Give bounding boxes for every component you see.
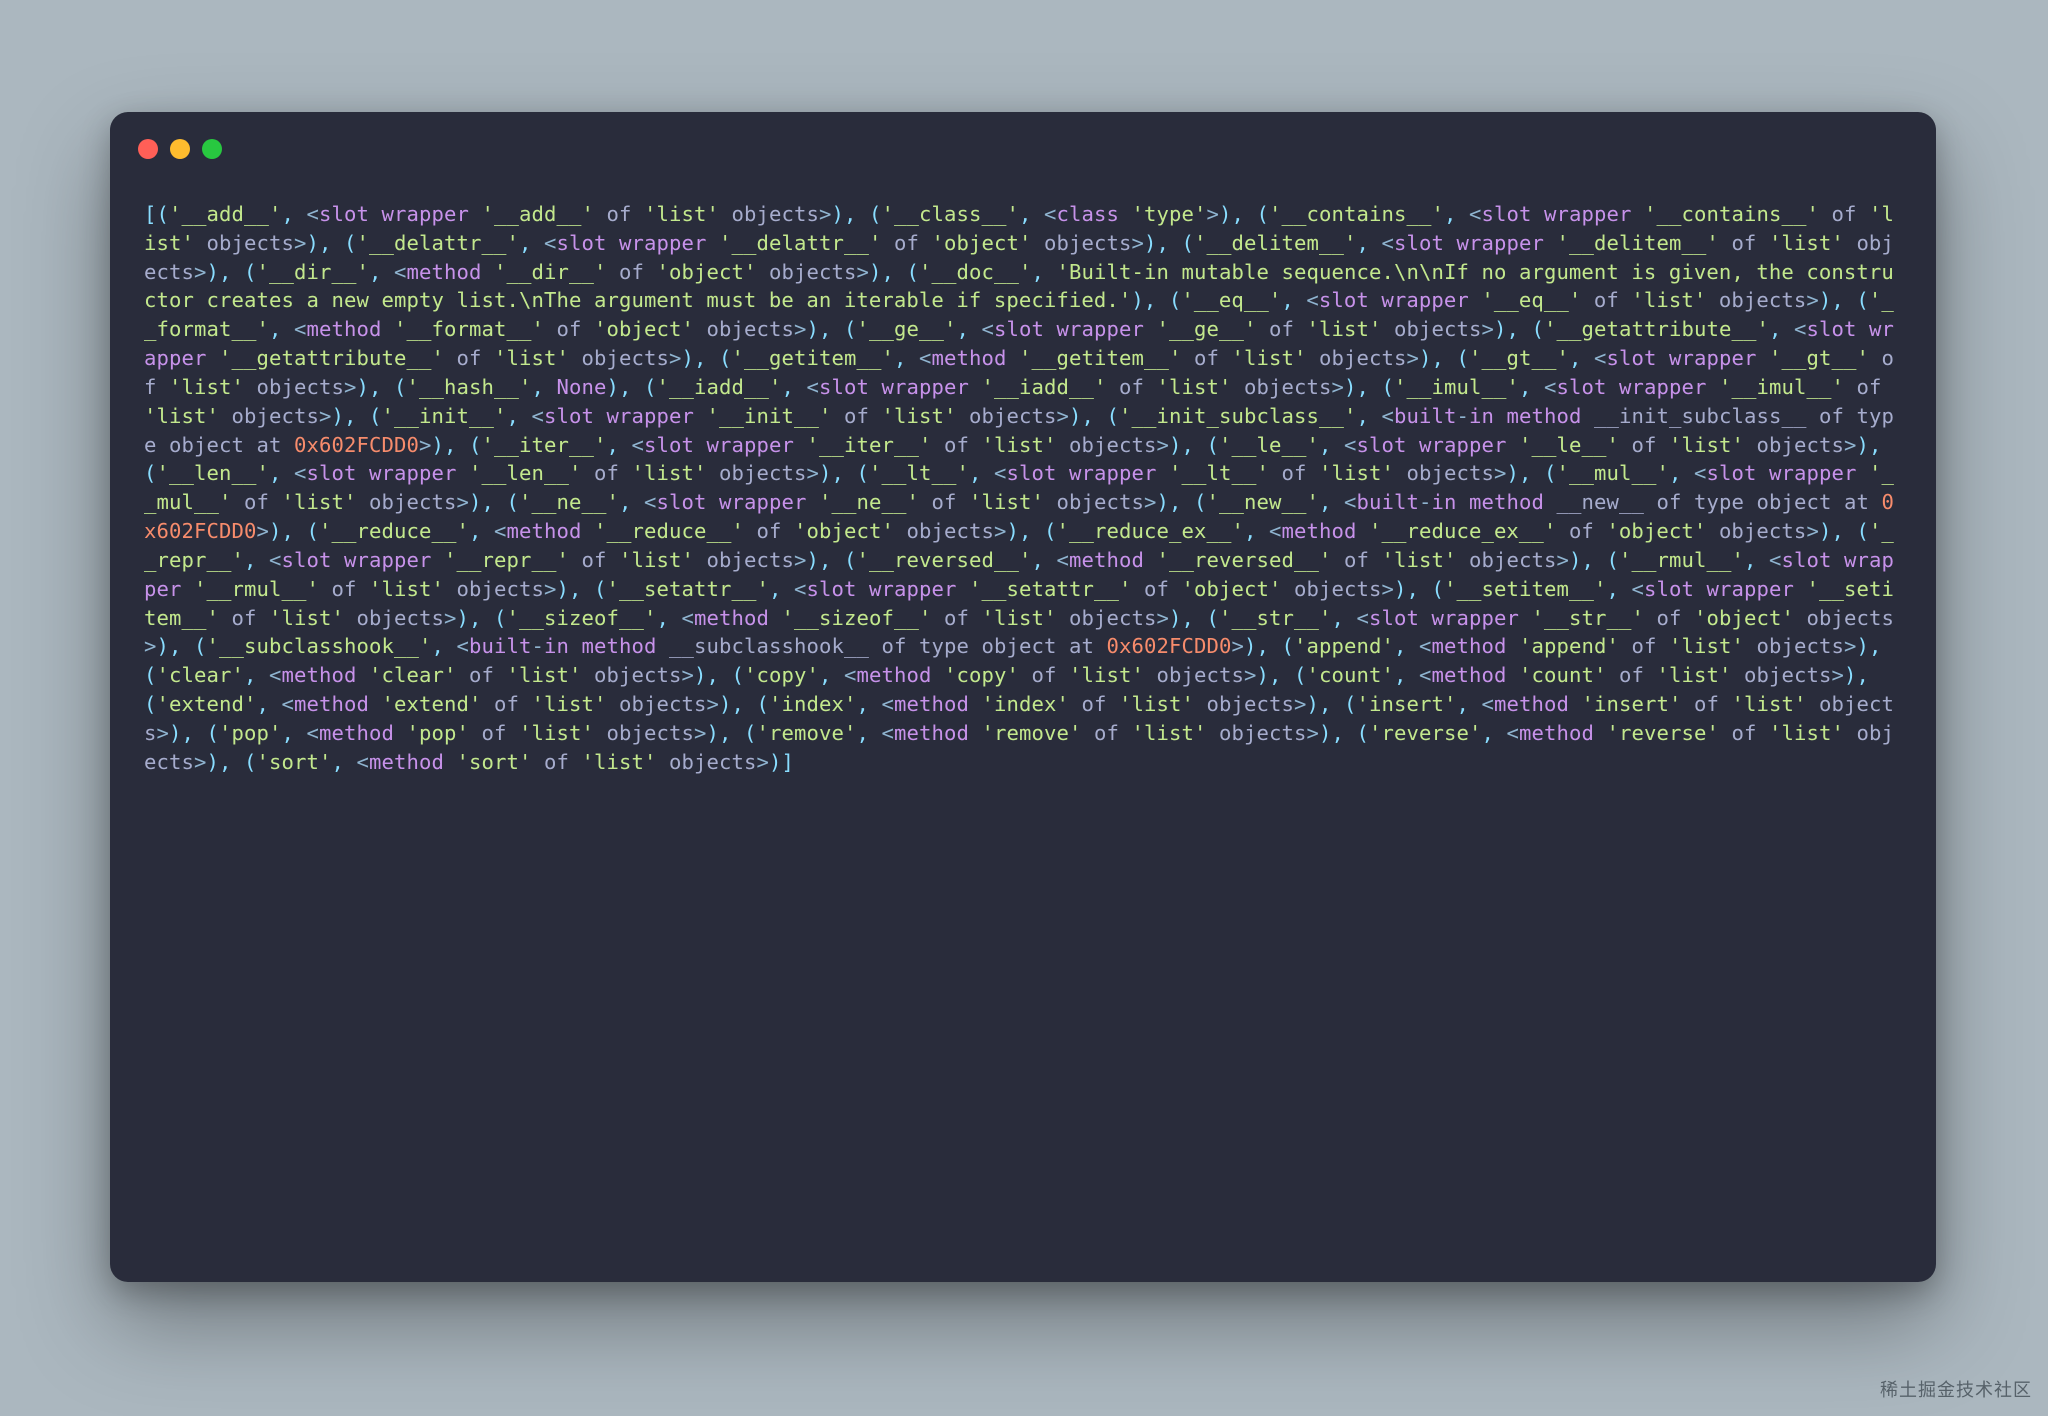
zoom-icon[interactable] (202, 139, 222, 159)
titlebar (138, 136, 1908, 162)
terminal-window: [('__add__', <slot wrapper '__add__' of … (110, 112, 1936, 1282)
close-icon[interactable] (138, 139, 158, 159)
minimize-icon[interactable] (170, 139, 190, 159)
watermark-text: 稀土掘金技术社区 (1880, 1376, 2032, 1402)
code-output: [('__add__', <slot wrapper '__add__' of … (138, 200, 1908, 777)
